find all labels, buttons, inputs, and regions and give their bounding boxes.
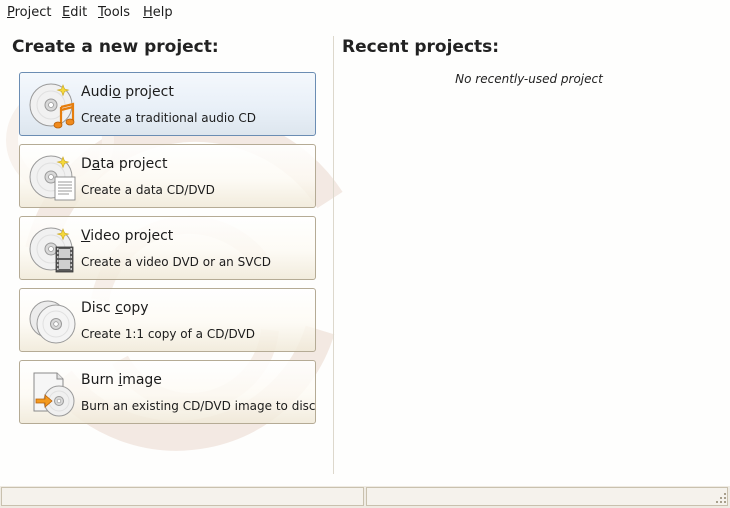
disc-copy-button[interactable]: Disc copy Create 1:1 copy of a CD/DVD (19, 288, 316, 352)
menu-tools-label: ools (103, 5, 131, 20)
menu-edit-label: dit (70, 5, 88, 20)
menu-edit[interactable]: Edit (62, 5, 87, 20)
video-project-button[interactable]: Video project Create a video DVD or an S… (19, 216, 316, 280)
status-field-left (1, 487, 364, 506)
audio-project-title-post: project (120, 84, 174, 100)
video-project-description: Create a video DVD or an SVCD (81, 255, 272, 269)
burn-image-title-pre: Burn (81, 372, 119, 388)
video-project-title-mnemonic: V (81, 228, 91, 244)
disc-copy-title: Disc copy (81, 300, 149, 316)
menu-edit-mnemonic: E (62, 5, 71, 20)
video-project-title: Video project (81, 228, 173, 244)
panel-divider (333, 36, 334, 474)
recent-projects-heading: Recent projects: (342, 37, 500, 57)
menu-project[interactable]: Project (7, 5, 52, 20)
menu-project-mnemonic: P (7, 5, 15, 20)
audio-project-title-pre: Audi (81, 84, 113, 100)
menu-bar: Project Edit Tools Help (0, 0, 730, 26)
create-project-heading: Create a new project: (12, 37, 219, 57)
disc-copy-title-pre: Disc (81, 300, 116, 316)
status-bar (0, 486, 730, 508)
burn-image-button[interactable]: Burn image Burn an existing CD/DVD image… (19, 360, 316, 424)
menu-help[interactable]: Help (143, 5, 173, 20)
video-project-title-post: ideo project (90, 228, 174, 244)
burn-image-description: Burn an existing CD/DVD image to disc (81, 399, 316, 413)
status-field-right (366, 487, 728, 506)
data-project-button[interactable]: Data project Create a data CD/DVD (19, 144, 316, 208)
disc-copy-icon (29, 300, 76, 344)
burn-image-title-post: mage (122, 372, 162, 388)
menu-project-label: roject (14, 5, 52, 20)
disc-copy-title-mnemonic: c (115, 300, 123, 316)
recent-projects-empty-message: No recently-used project (455, 72, 603, 86)
data-project-description: Create a data CD/DVD (81, 183, 215, 197)
disc-copy-title-post: opy (122, 300, 149, 316)
video-disc-icon (29, 227, 74, 273)
audio-project-description: Create a traditional audio CD (81, 111, 256, 125)
audio-disc-icon (29, 83, 75, 129)
data-disc-icon (29, 155, 76, 201)
burn-image-title: Burn image (81, 372, 162, 388)
resize-grip-icon[interactable] (713, 490, 727, 504)
menu-help-label: elp (152, 5, 173, 20)
audio-project-button[interactable]: Audio project Create a traditional audio… (19, 72, 316, 136)
audio-project-title: Audio project (81, 84, 174, 100)
menu-help-mnemonic: H (143, 5, 153, 20)
data-project-title-pre: D (81, 156, 92, 172)
data-project-title-post: ta project (100, 156, 168, 172)
burn-image-icon (33, 372, 75, 417)
data-project-title: Data project (81, 156, 167, 172)
audio-project-title-mnemonic: o (112, 84, 121, 100)
menu-tools[interactable]: Tools (98, 5, 130, 20)
disc-copy-description: Create 1:1 copy of a CD/DVD (81, 327, 255, 341)
